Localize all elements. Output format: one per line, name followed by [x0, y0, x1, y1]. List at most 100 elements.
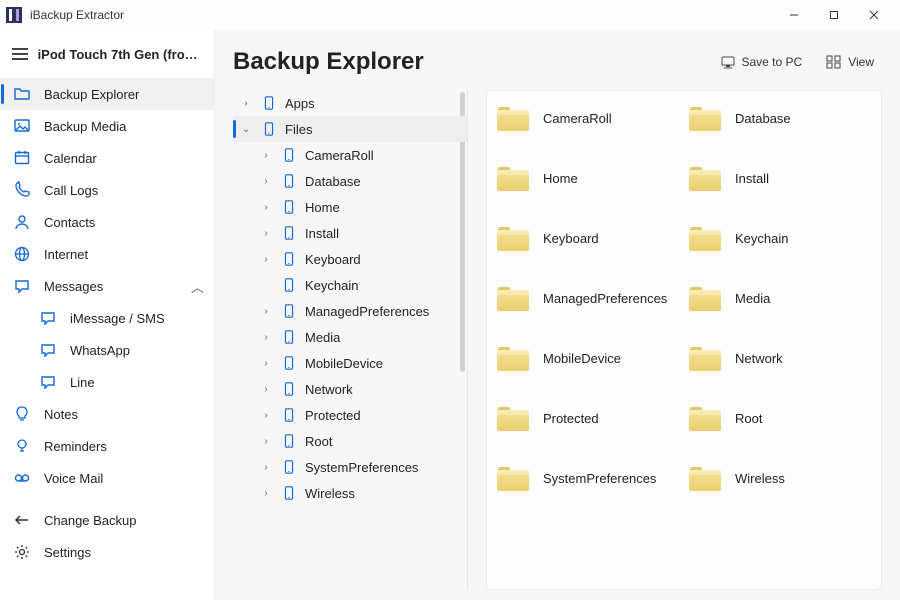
tree-item-root[interactable]: › Root [233, 428, 467, 454]
folder-item[interactable]: Network [689, 345, 871, 371]
hamburger-menu-button[interactable] [12, 48, 28, 60]
sidebar-item-messages[interactable]: Messages︿ [0, 270, 214, 302]
device-icon [281, 251, 297, 267]
sidebar-item-line[interactable]: Line [0, 366, 214, 398]
chevron-right-icon[interactable]: › [259, 332, 273, 343]
sidebar-item-backup-media[interactable]: Backup Media [0, 110, 214, 142]
chevron-right-icon[interactable]: › [259, 436, 273, 447]
folder-name: CameraRoll [543, 111, 612, 126]
folder-name: Keychain [735, 231, 788, 246]
person-icon [12, 213, 32, 231]
sidebar-item-imessage-sms[interactable]: iMessage / SMS [0, 302, 214, 334]
tree-item-managedpreferences[interactable]: ›ManagedPreferences [233, 298, 467, 324]
save-to-pc-button[interactable]: Save to PC [712, 51, 811, 73]
chevron-right-icon[interactable]: › [259, 202, 273, 213]
device-icon [261, 121, 277, 137]
folder-grid: CameraRoll Database Home Install Keyboard Key… [486, 90, 882, 590]
tree-item-systempreferences[interactable]: ›SystemPreferences [233, 454, 467, 480]
chevron-right-icon[interactable]: › [259, 410, 273, 421]
tree-item-protected[interactable]: › Protected [233, 402, 467, 428]
sidebar-item-label: Change Backup [44, 513, 137, 528]
close-icon [869, 10, 879, 20]
chevron-right-icon[interactable]: › [259, 150, 273, 161]
tree-item-media[interactable]: ›Media [233, 324, 467, 350]
sidebar-item-reminders[interactable]: Reminders [0, 430, 214, 462]
sidebar-item-notes[interactable]: Notes [0, 398, 214, 430]
sidebar-item-whatsapp[interactable]: WhatsApp [0, 334, 214, 366]
folder-item[interactable]: Wireless [689, 465, 871, 491]
sidebar-item-settings[interactable]: Settings [0, 536, 214, 568]
device-icon [281, 355, 297, 371]
chevron-right-icon[interactable]: › [259, 358, 273, 369]
sidebar-item-label: Calendar [44, 151, 97, 166]
sidebar-item-label: Call Logs [44, 183, 98, 198]
chevron-right-icon[interactable]: › [239, 98, 253, 109]
folder-icon [497, 225, 529, 251]
sidebar-item-label: Backup Explorer [44, 87, 139, 102]
tree-item-keychain[interactable]: Keychain [233, 272, 467, 298]
chat-icon [12, 277, 32, 295]
sidebar-item-label: Reminders [44, 439, 107, 454]
device-label[interactable]: iPod Touch 7th Gen (from To… [38, 47, 202, 62]
folder-item[interactable]: Keychain [689, 225, 871, 251]
chevron-right-icon[interactable]: › [259, 306, 273, 317]
chevron-right-icon[interactable]: › [259, 488, 273, 499]
tree-item-wireless[interactable]: ›Wireless [233, 480, 467, 506]
tree-item-keyboard[interactable]: ›Keyboard [233, 246, 467, 272]
device-icon [281, 407, 297, 423]
folder-name: Keyboard [543, 231, 599, 246]
main-header: Backup Explorer Save to PC View [233, 40, 882, 84]
sidebar-item-call-logs[interactable]: Call Logs [0, 174, 214, 206]
sidebar-item-internet[interactable]: Internet [0, 238, 214, 270]
sidebar-item-voicemail[interactable]: Voice Mail [0, 462, 214, 494]
folder-item[interactable]: Protected [497, 405, 679, 431]
folder-item[interactable]: Install [689, 165, 871, 191]
tree-item-label: Apps [285, 96, 315, 111]
folder-item[interactable]: Database [689, 105, 871, 131]
chevron-right-icon[interactable]: › [259, 228, 273, 239]
folder-item[interactable]: ManagedPreferences [497, 285, 679, 311]
tree-item-mobiledevice[interactable]: ›MobileDevice [233, 350, 467, 376]
chevron-right-icon[interactable]: › [259, 462, 273, 473]
folder-item[interactable]: MobileDevice [497, 345, 679, 371]
chevron-right-icon[interactable]: › [259, 384, 273, 395]
device-icon [281, 225, 297, 241]
folder-item[interactable]: SystemPreferences [497, 465, 679, 491]
gear-icon [12, 543, 32, 561]
tree-item-cameraroll[interactable]: ›CameraRoll [233, 142, 467, 168]
sidebar-item-calendar[interactable]: Calendar [0, 142, 214, 174]
chevron-right-icon[interactable]: › [259, 176, 273, 187]
tree-item-database[interactable]: ›Database [233, 168, 467, 194]
folder-item[interactable]: CameraRoll [497, 105, 679, 131]
sidebar-item-label: iMessage / SMS [70, 311, 165, 326]
tree-item-home[interactable]: ›Home [233, 194, 467, 220]
tree-item-install[interactable]: ›Install [233, 220, 467, 246]
folder-item[interactable]: Media [689, 285, 871, 311]
window-minimize-button[interactable] [774, 0, 814, 30]
folder-icon [689, 465, 721, 491]
device-icon [281, 459, 297, 475]
sidebar-item-change-backup[interactable]: Change Backup [0, 504, 214, 536]
folder-item[interactable]: Root [689, 405, 871, 431]
tree-item-label: Root [305, 434, 332, 449]
chevron-down-icon[interactable]: ⌄ [239, 124, 253, 135]
view-button[interactable]: View [818, 51, 882, 73]
tree-item-network[interactable]: ›Network [233, 376, 467, 402]
tree-item-files[interactable]: ⌄Files [233, 116, 467, 142]
folder-name: Protected [543, 411, 599, 426]
device-icon [281, 173, 297, 189]
sidebar-item-label: Line [70, 375, 95, 390]
window-close-button[interactable] [854, 0, 894, 30]
folder-icon [497, 285, 529, 311]
tree-item-label: Protected [305, 408, 361, 423]
folder-item[interactable]: Keyboard [497, 225, 679, 251]
folder-name: Database [735, 111, 791, 126]
tree-item-apps[interactable]: › Apps [233, 90, 467, 116]
folder-open-icon [12, 85, 32, 103]
folder-item[interactable]: Home [497, 165, 679, 191]
window-maximize-button[interactable] [814, 0, 854, 30]
sidebar-item-contacts[interactable]: Contacts [0, 206, 214, 238]
chevron-right-icon[interactable]: › [259, 254, 273, 265]
folder-name: ManagedPreferences [543, 291, 667, 306]
sidebar-item-backup-explorer[interactable]: Backup Explorer [0, 78, 214, 110]
